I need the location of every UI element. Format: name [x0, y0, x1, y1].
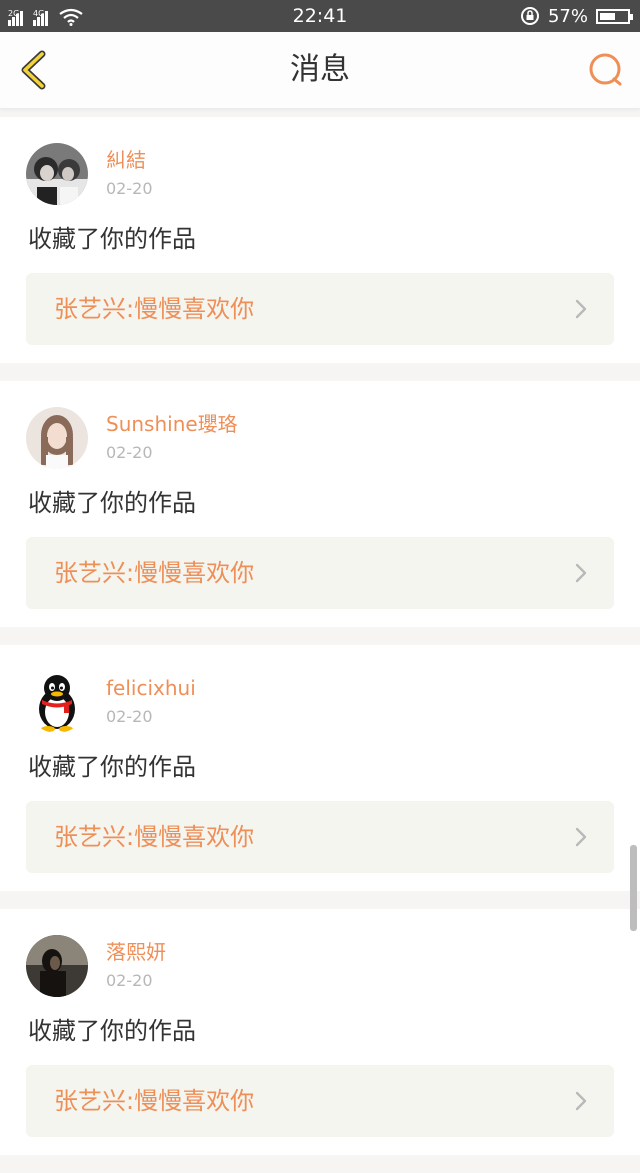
page-title: 消息: [290, 52, 350, 87]
chat-bubble-icon: [589, 53, 622, 86]
timestamp: 02-20: [106, 971, 153, 990]
action-text: 收藏了你的作品: [28, 1017, 196, 1045]
work-link[interactable]: 张艺兴:慢慢喜欢你: [26, 1065, 614, 1137]
username[interactable]: 糾結: [106, 147, 146, 173]
notification-card: 落熙妍 02-20 收藏了你的作品 张艺兴:慢慢喜欢你: [0, 909, 640, 1155]
battery-percent: 57%: [547, 5, 588, 27]
avatar[interactable]: [26, 143, 88, 205]
chevron-right-icon: [575, 827, 587, 847]
work-title: 张艺兴:慢慢喜欢你: [54, 559, 255, 587]
avatar[interactable]: [26, 671, 88, 733]
work-title: 张艺兴:慢慢喜欢你: [54, 1087, 255, 1115]
qq-penguin-avatar: [26, 671, 88, 733]
username[interactable]: felicixhui: [106, 675, 196, 701]
notification-card: felicixhui 02-20 收藏了你的作品 张艺兴:慢慢喜欢你: [0, 645, 640, 891]
chevron-right-icon: [575, 563, 587, 583]
timestamp: 02-20: [106, 707, 153, 726]
work-link[interactable]: 张艺兴:慢慢喜欢你: [26, 801, 614, 873]
notification-list: 糾結 02-20 收藏了你的作品 张艺兴:慢慢喜欢你 Sunshine瓔珞 02…: [0, 117, 640, 1173]
work-title: 张艺兴:慢慢喜欢你: [54, 823, 255, 851]
avatar[interactable]: [26, 935, 88, 997]
action-text: 收藏了你的作品: [28, 489, 196, 517]
rotation-lock-icon: [520, 7, 539, 25]
status-bar: 2G 4G 22:41 57%: [0, 0, 640, 32]
status-right: 57%: [520, 4, 633, 28]
username[interactable]: Sunshine瓔珞: [106, 411, 238, 437]
avatar[interactable]: [26, 407, 88, 469]
scrollbar[interactable]: [630, 845, 637, 931]
work-title: 张艺兴:慢慢喜欢你: [54, 295, 255, 323]
chevron-right-icon: [575, 1091, 587, 1111]
timestamp: 02-20: [106, 179, 153, 198]
work-link[interactable]: 张艺兴:慢慢喜欢你: [26, 537, 614, 609]
action-text: 收藏了你的作品: [28, 225, 196, 253]
chat-button[interactable]: [586, 50, 626, 90]
action-text: 收藏了你的作品: [28, 753, 196, 781]
notification-card: 糾結 02-20 收藏了你的作品 张艺兴:慢慢喜欢你: [0, 117, 640, 363]
notification-card: Sunshine瓔珞 02-20 收藏了你的作品 张艺兴:慢慢喜欢你: [0, 381, 640, 627]
chevron-right-icon: [575, 299, 587, 319]
username[interactable]: 落熙妍: [106, 939, 166, 965]
battery-icon: [596, 8, 633, 24]
work-link[interactable]: 张艺兴:慢慢喜欢你: [26, 273, 614, 345]
header: 消息: [0, 32, 640, 109]
timestamp: 02-20: [106, 443, 153, 462]
